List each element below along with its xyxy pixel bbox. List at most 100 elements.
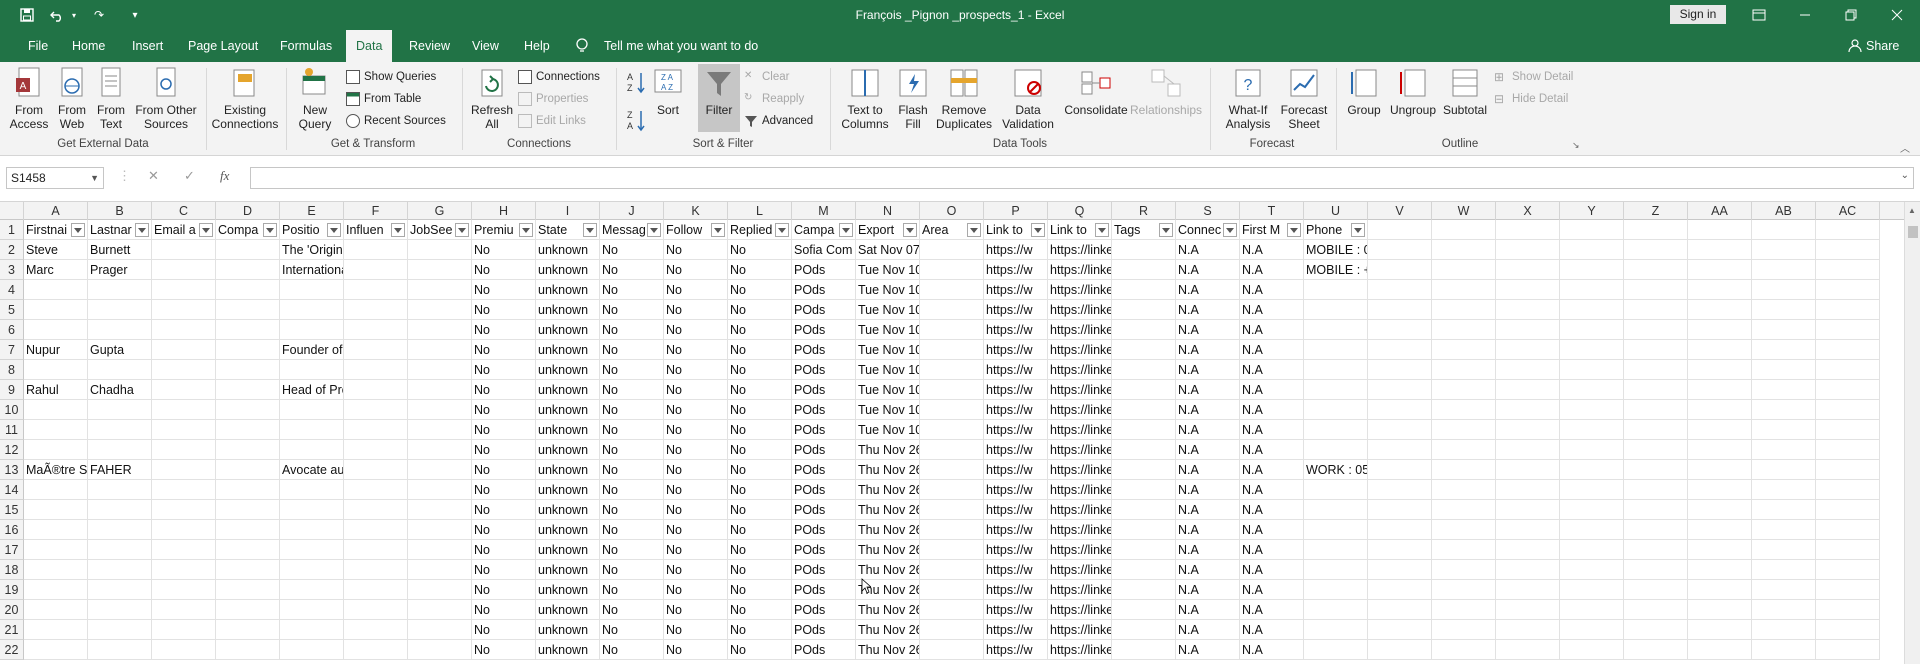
table-cell[interactable] (1752, 520, 1816, 540)
table-cell[interactable] (1304, 300, 1368, 320)
restore-icon[interactable] (1828, 0, 1874, 30)
table-cell[interactable]: MaÃ®tre S (24, 460, 88, 480)
table-cell[interactable] (344, 240, 408, 260)
table-cell[interactable]: https://linkedin.con (1048, 360, 1112, 380)
table-cell[interactable]: https://w (984, 300, 1048, 320)
table-cell[interactable]: https://w (984, 360, 1048, 380)
table-cell[interactable] (1112, 280, 1176, 300)
tab-file[interactable]: File (18, 30, 58, 62)
table-cell[interactable]: No (728, 480, 792, 500)
table-cell[interactable]: POds (792, 560, 856, 580)
table-cell[interactable]: POds (792, 540, 856, 560)
table-cell[interactable]: No (600, 460, 664, 480)
column-header-y[interactable]: Y (1560, 202, 1624, 220)
table-cell[interactable] (152, 440, 216, 460)
row-header[interactable]: 9 (0, 380, 24, 400)
table-cell[interactable] (920, 260, 984, 280)
properties-button[interactable]: Properties (518, 90, 588, 108)
table-cell[interactable]: No (728, 580, 792, 600)
table-cell[interactable]: No (728, 460, 792, 480)
table-cell[interactable] (920, 280, 984, 300)
header-cell[interactable]: Area (920, 220, 984, 240)
table-cell[interactable]: unknown (536, 560, 600, 580)
table-cell[interactable] (1432, 440, 1496, 460)
filter-dropdown-icon[interactable] (135, 223, 149, 237)
table-cell[interactable]: No (728, 400, 792, 420)
table-cell[interactable] (1496, 600, 1560, 620)
reapply-button[interactable]: ↻ Reapply (744, 90, 804, 108)
edit-links-button[interactable]: Edit Links (518, 112, 586, 130)
table-cell[interactable]: POds (792, 260, 856, 280)
table-cell[interactable]: No (600, 620, 664, 640)
filter-dropdown-icon[interactable] (1287, 223, 1301, 237)
table-cell[interactable] (344, 580, 408, 600)
table-cell[interactable] (344, 400, 408, 420)
table-cell[interactable]: N.A (1176, 560, 1240, 580)
table-cell[interactable]: Steve (24, 240, 88, 260)
table-cell[interactable] (1816, 320, 1880, 340)
table-cell[interactable] (1624, 360, 1688, 380)
table-cell[interactable]: No (728, 600, 792, 620)
table-cell[interactable] (1304, 320, 1368, 340)
table-cell[interactable] (24, 280, 88, 300)
from-other-sources-button[interactable]: From Other Sources (134, 66, 198, 131)
table-cell[interactable]: https://linkedin.con (1048, 460, 1112, 480)
table-cell[interactable]: No (600, 560, 664, 580)
table-cell[interactable] (1432, 400, 1496, 420)
table-cell[interactable] (152, 620, 216, 640)
table-cell[interactable] (1496, 540, 1560, 560)
row-header[interactable]: 1 (0, 220, 24, 240)
table-cell[interactable]: https://linkedin.con (1048, 480, 1112, 500)
table-cell[interactable] (1752, 580, 1816, 600)
row-header[interactable]: 11 (0, 420, 24, 440)
filter-dropdown-icon[interactable] (455, 223, 469, 237)
table-cell[interactable]: https://linkedin.con (1048, 380, 1112, 400)
table-cell[interactable] (1624, 480, 1688, 500)
table-cell[interactable] (1752, 240, 1816, 260)
table-cell[interactable] (920, 460, 984, 480)
table-cell[interactable] (408, 440, 472, 460)
table-cell[interactable] (1368, 620, 1432, 640)
tab-home[interactable]: Home (62, 30, 115, 62)
table-cell[interactable]: N.A (1176, 460, 1240, 480)
column-header-l[interactable]: L (728, 202, 792, 220)
table-cell[interactable]: Tue Nov 10 2020 08:5 (856, 340, 920, 360)
table-cell[interactable]: Burnett (88, 240, 152, 260)
table-cell[interactable] (1368, 600, 1432, 620)
table-cell[interactable]: MOBILE : +33617124659 (1304, 260, 1368, 280)
name-box-dropdown-icon[interactable]: ▼ (90, 168, 99, 188)
table-cell[interactable]: No (600, 360, 664, 380)
table-cell[interactable] (408, 520, 472, 540)
table-cell[interactable]: N.A (1176, 540, 1240, 560)
table-cell[interactable] (1496, 260, 1560, 280)
table-cell[interactable]: No (600, 240, 664, 260)
table-cell[interactable] (280, 620, 344, 640)
table-cell[interactable] (1560, 560, 1624, 580)
table-cell[interactable]: https://w (984, 260, 1048, 280)
table-cell[interactable] (1688, 460, 1752, 480)
table-cell[interactable]: N.A (1176, 600, 1240, 620)
column-header-aa[interactable]: AA (1688, 202, 1752, 220)
column-header-u[interactable]: U (1304, 202, 1368, 220)
filter-dropdown-icon[interactable] (519, 223, 533, 237)
table-cell[interactable] (1816, 480, 1880, 500)
table-cell[interactable] (1432, 380, 1496, 400)
header-cell[interactable]: Export (856, 220, 920, 240)
table-cell[interactable]: No (472, 340, 536, 360)
table-cell[interactable] (1624, 400, 1688, 420)
sort-button[interactable]: Z AA Z Sort (650, 66, 686, 117)
table-cell[interactable] (1752, 340, 1816, 360)
table-cell[interactable]: No (600, 480, 664, 500)
table-cell[interactable]: N.A (1240, 440, 1304, 460)
table-cell[interactable] (88, 320, 152, 340)
table-cell[interactable]: Thu Nov 26 2020 13:5 (856, 520, 920, 540)
header-cell[interactable]: First M (1240, 220, 1304, 240)
table-cell[interactable] (408, 460, 472, 480)
table-cell[interactable]: No (664, 480, 728, 500)
table-cell[interactable] (1368, 480, 1432, 500)
table-cell[interactable] (1624, 560, 1688, 580)
table-cell[interactable] (1368, 300, 1432, 320)
table-cell[interactable]: https://w (984, 440, 1048, 460)
table-cell[interactable]: unknown (536, 620, 600, 640)
table-cell[interactable] (1688, 260, 1752, 280)
